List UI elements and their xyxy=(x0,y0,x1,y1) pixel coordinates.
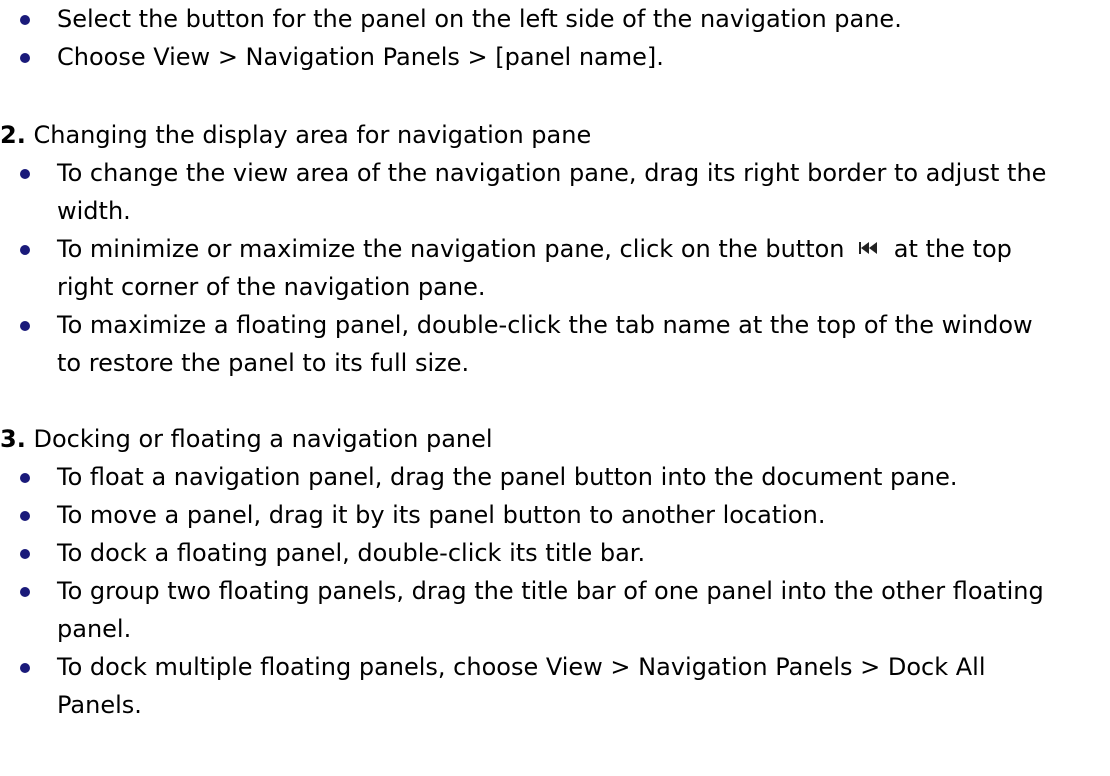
list-item: To minimize or maximize the navigation p… xyxy=(0,230,1057,306)
list-item: To maximize a floating panel, double-cli… xyxy=(0,306,1057,382)
list-item: Select the button for the panel on the l… xyxy=(0,0,1057,38)
list-item-text: To dock multiple floating panels, choose… xyxy=(57,653,986,719)
list-item-text: To change the view area of the navigatio… xyxy=(57,159,1047,225)
list-item: To dock a floating panel, double-click i… xyxy=(0,534,1057,572)
section-1: Select the button for the panel on the l… xyxy=(0,0,1057,76)
section-title: Changing the display area for navigation… xyxy=(33,121,592,149)
bullet-icon xyxy=(20,587,30,597)
list-item: Choose View > Navigation Panels > [panel… xyxy=(0,38,1057,76)
list-item-text: To dock a floating panel, double-click i… xyxy=(57,539,646,567)
bullet-icon xyxy=(20,549,30,559)
list-item: To dock multiple floating panels, choose… xyxy=(0,648,1057,724)
section-number: 2. xyxy=(0,121,26,149)
list-item-text-before: To minimize or maximize the navigation p… xyxy=(57,235,853,263)
section-2: 2. Changing the display area for navigat… xyxy=(0,116,1057,382)
list-item-text: To group two floating panels, drag the t… xyxy=(57,577,1044,643)
bullet-icon xyxy=(20,53,30,63)
bullet-icon xyxy=(20,663,30,673)
list-item: To change the view area of the navigatio… xyxy=(0,154,1057,230)
bullet-icon xyxy=(20,245,30,255)
section-heading: 2. Changing the display area for navigat… xyxy=(0,116,1057,154)
list-item-text: To maximize a floating panel, double-cli… xyxy=(57,311,1033,377)
list-item-text: To move a panel, drag it by its panel bu… xyxy=(57,501,826,529)
section-heading: 3. Docking or floating a navigation pane… xyxy=(0,420,1057,458)
rewind-double-arrow-icon xyxy=(859,242,878,254)
list-item-text: Choose View > Navigation Panels > [panel… xyxy=(57,43,664,71)
bullet-icon xyxy=(20,169,30,179)
bullet-icon xyxy=(20,321,30,331)
bullet-icon xyxy=(20,511,30,521)
section-number: 3. xyxy=(0,425,26,453)
list-item-text: To float a navigation panel, drag the pa… xyxy=(57,463,958,491)
list-item-text: Select the button for the panel on the l… xyxy=(57,5,902,33)
bullet-icon xyxy=(20,15,30,25)
list-item: To group two floating panels, drag the t… xyxy=(0,572,1057,648)
list-item: To float a navigation panel, drag the pa… xyxy=(0,458,1057,496)
list-item: To move a panel, drag it by its panel bu… xyxy=(0,496,1057,534)
bullet-icon xyxy=(20,473,30,483)
section-3: 3. Docking or floating a navigation pane… xyxy=(0,420,1057,724)
section-title: Docking or floating a navigation panel xyxy=(33,425,493,453)
help-document: Select the button for the panel on the l… xyxy=(0,0,1110,776)
